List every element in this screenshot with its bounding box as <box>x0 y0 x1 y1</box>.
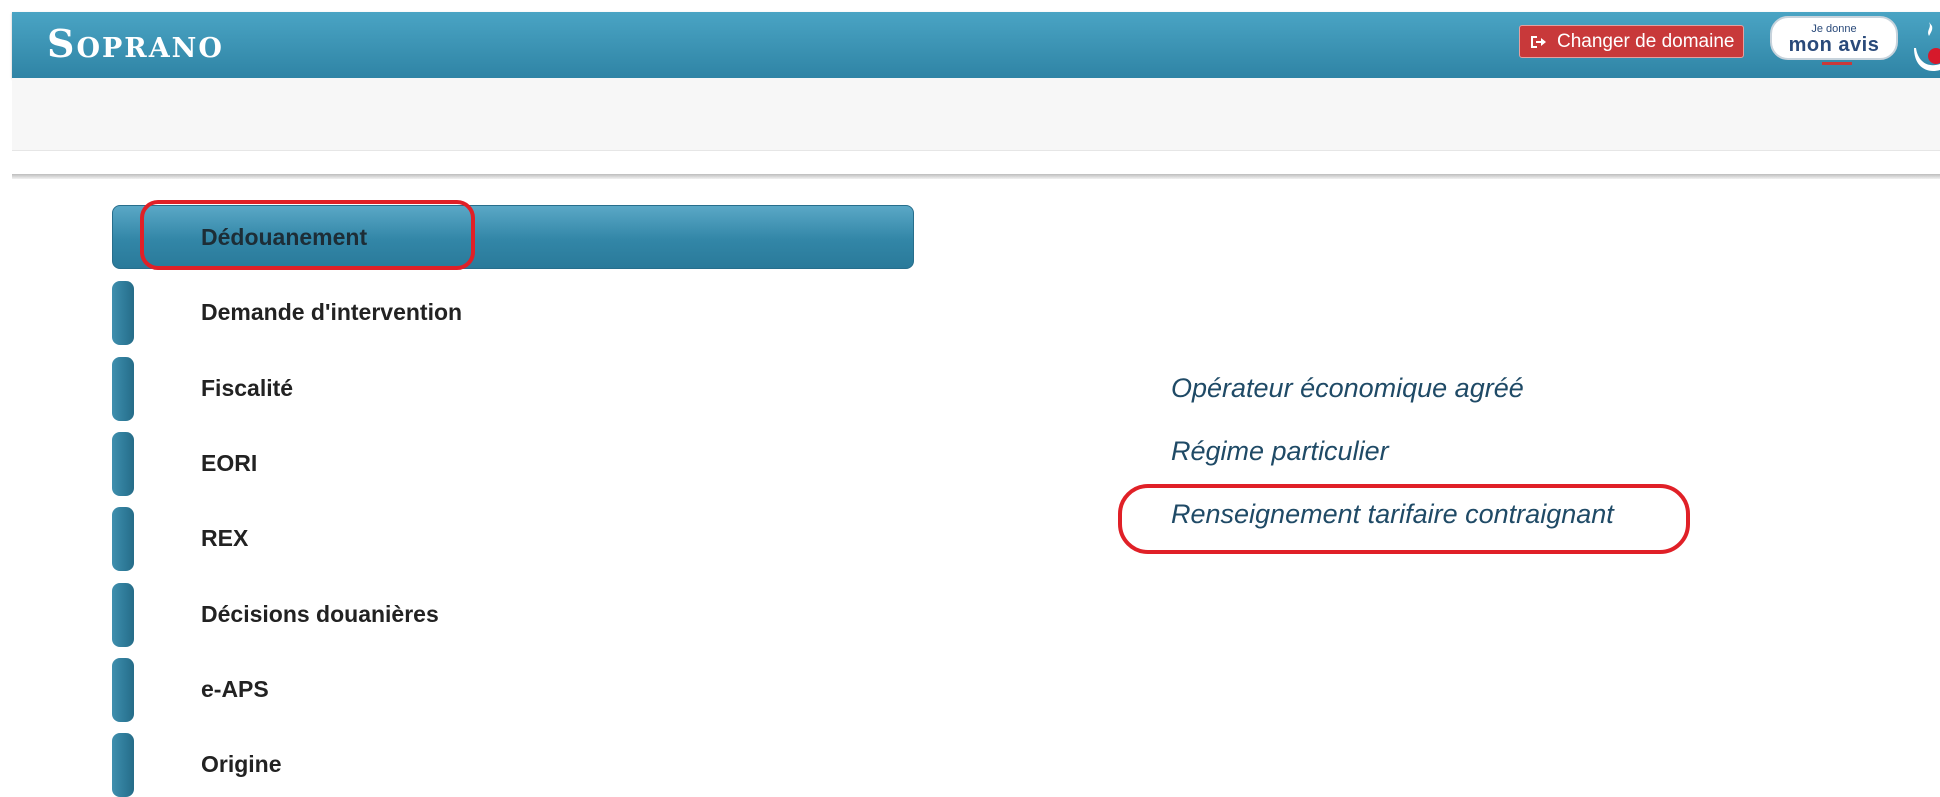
menu-item-label: e-APS <box>201 676 269 702</box>
menu-item-tab <box>112 432 134 496</box>
menu-item-tab <box>112 507 134 571</box>
divider <box>12 174 1940 179</box>
sub-header-bar <box>12 78 1940 151</box>
feedback-big-label: mon avis <box>1788 34 1880 56</box>
menu-item-tab <box>112 281 134 345</box>
menu-item-tab <box>112 658 134 722</box>
change-domain-label: Changer de domaine <box>1557 30 1735 52</box>
logout-icon <box>1529 34 1547 50</box>
feedback-underline <box>1822 62 1852 65</box>
menu-item-label: Demande d'intervention <box>201 299 463 325</box>
menu-item-dedouanement[interactable]: Dédouanement <box>112 205 914 269</box>
menu-item-label: Fiscalité <box>201 375 294 401</box>
menu-item-tab <box>112 733 134 797</box>
menu-item-label: Dédouanement <box>201 224 368 250</box>
app-brand-title: Soprano <box>47 21 224 66</box>
menu-item-label: REX <box>201 525 249 551</box>
link-regime-particulier[interactable]: Régime particulier <box>1171 436 1389 467</box>
top-header-bar: Soprano Changer de domaine Je donne mon … <box>12 12 1940 78</box>
menu-item-label: Décisions douanières <box>201 601 439 627</box>
change-domain-button[interactable]: Changer de domaine <box>1519 25 1745 58</box>
menu-item-tab <box>112 583 134 647</box>
menu-item-label: Origine <box>201 751 282 777</box>
link-renseignement-tarifaire-contraignant[interactable]: Renseignement tarifaire contraignant <box>1171 499 1614 530</box>
menu-item-label: EORI <box>201 450 258 476</box>
flame-logo-icon <box>1914 18 1940 79</box>
link-operateur-economique-agree[interactable]: Opérateur économique agréé <box>1171 373 1524 404</box>
menu-item-tab <box>112 357 134 421</box>
feedback-button[interactable]: Je donne mon avis <box>1770 16 1898 60</box>
